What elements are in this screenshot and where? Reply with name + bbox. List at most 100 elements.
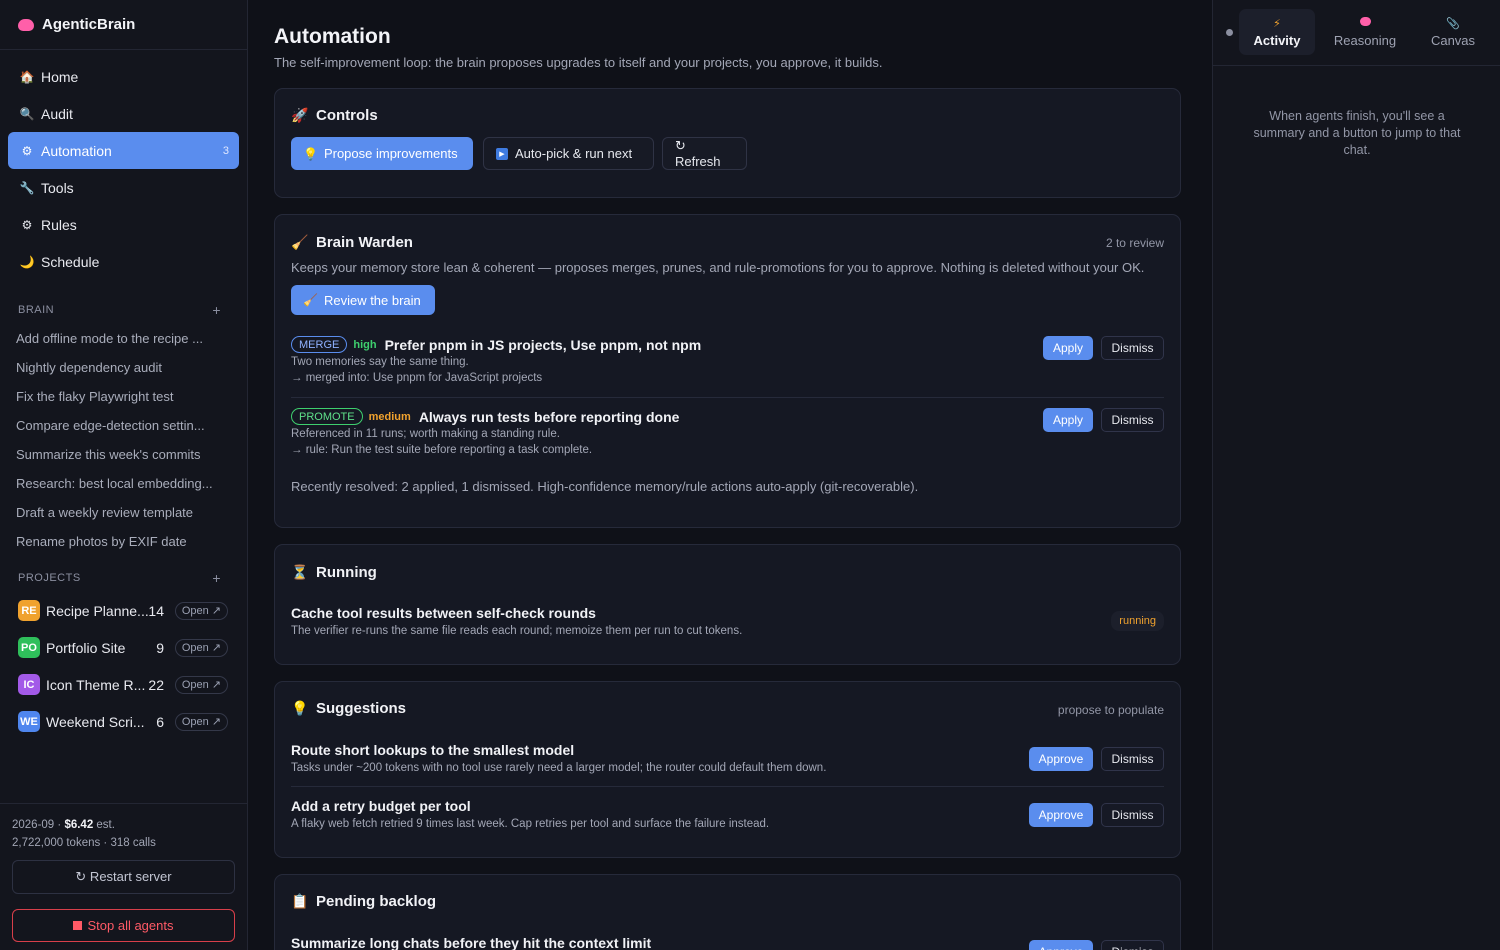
usage-est: est. <box>93 819 115 831</box>
usage-cost: $6.42 <box>64 819 94 831</box>
broom-icon: 🧹 <box>291 234 309 250</box>
project-item[interactable]: IC Icon Theme R... 22 Open ↗ <box>0 666 247 703</box>
lightbulb-icon: 💡 <box>291 700 309 716</box>
brain-section-header: BRAIN + <box>0 298 247 322</box>
add-project-icon[interactable]: + <box>212 570 221 586</box>
status-badge: running <box>1111 611 1164 631</box>
dismiss-button[interactable]: Dismiss <box>1101 747 1164 771</box>
project-badge: PO <box>18 637 40 658</box>
dismiss-button[interactable]: Dismiss <box>1101 803 1164 827</box>
project-count: 9 <box>156 639 164 656</box>
project-open-button[interactable]: Open ↗ <box>174 712 228 731</box>
app-brand[interactable]: AgenticBrain <box>0 0 247 50</box>
suggestion-title: Add a retry budget per tool <box>291 798 471 814</box>
brain-item[interactable]: Summarize this week's commits <box>16 440 247 469</box>
warden-item-text: Always run tests before reporting done <box>418 408 680 425</box>
hourglass-icon: ⏳ <box>291 564 309 580</box>
project-name: Icon Theme R... <box>46 676 146 693</box>
gear-icon: ⚙ <box>21 217 33 232</box>
project-badge: WE <box>18 711 40 732</box>
tab-reasoning[interactable]: Reasoning <box>1327 9 1403 55</box>
controls-card: 🚀 Controls 💡 Propose improvements ▶ Auto… <box>274 88 1181 198</box>
nav-item-schedule[interactable]: 🌙 Schedule <box>8 243 239 280</box>
brain-warden-card: 🧹 Brain Warden 2 to review Keeps your me… <box>274 214 1181 528</box>
propose-improvements-button[interactable]: 💡 Propose improvements <box>291 137 473 170</box>
review-brain-button[interactable]: 🧹 Review the brain <box>291 285 435 315</box>
nav-label: Rules <box>41 216 77 233</box>
apply-button[interactable]: Apply <box>1043 336 1093 360</box>
brain-icon <box>1359 16 1371 31</box>
auto-pick-run-button[interactable]: ▶ Auto-pick & run next <box>483 137 654 170</box>
main-nav: 🏠 Home 🔍 Audit ⚙ Automation 3 🔧 Tools ⚙ … <box>0 50 247 280</box>
warden-item-reason: Referenced in 11 runs; worth making a st… <box>291 428 560 440</box>
dismiss-button[interactable]: Dismiss <box>1101 336 1164 360</box>
recently-resolved-note: Recently resolved: 2 applied, 1 dismisse… <box>291 479 919 494</box>
page-subtitle: The self-improvement loop: the brain pro… <box>274 55 883 70</box>
project-item[interactable]: PO Portfolio Site 9 Open ↗ <box>0 629 247 666</box>
project-badge: IC <box>18 674 40 695</box>
suggestions-title: Suggestions <box>316 700 407 717</box>
priority-label: high <box>353 338 377 351</box>
stop-icon <box>73 921 83 930</box>
tab-activity[interactable]: ⚡ Activity <box>1239 9 1315 55</box>
lightning-icon: ⚡ <box>1273 17 1281 30</box>
projects-section-header: PROJECTS + <box>0 566 247 590</box>
divider <box>291 786 1164 787</box>
approve-button[interactable]: Approve <box>1029 940 1093 950</box>
restart-server-button[interactable]: ↻ Restart server <box>12 860 235 894</box>
nav-label: Automation <box>41 142 112 159</box>
approve-button[interactable]: Approve <box>1029 747 1093 771</box>
panel-tabs: ⚡ Activity Reasoning 📎 Canvas <box>1213 0 1500 66</box>
project-count: 14 <box>148 602 164 619</box>
merge-tag: MERGE <box>291 336 348 353</box>
tab-label: Activity <box>1253 32 1301 48</box>
nav-item-home[interactable]: 🏠 Home <box>8 58 239 95</box>
card-title: 📋 Pending backlog <box>291 893 436 910</box>
nav-item-rules[interactable]: ⚙ Rules <box>8 206 239 243</box>
stop-label: Stop all agents <box>87 918 174 933</box>
clipboard-icon: 📋 <box>291 893 309 909</box>
promote-tag: PROMOTE <box>291 408 363 425</box>
approve-button[interactable]: Approve <box>1029 803 1093 827</box>
tab-canvas[interactable]: 📎 Canvas <box>1415 9 1491 55</box>
project-badge: RE <box>18 600 40 621</box>
button-label: Auto-pick & run next <box>515 146 633 161</box>
warden-item-result: → merged into: Use pnpm for JavaScript p… <box>291 372 543 384</box>
project-open-button[interactable]: Open ↗ <box>174 601 228 620</box>
add-brain-item-icon[interactable]: + <box>212 302 221 318</box>
refresh-button[interactable]: ↻ Refresh <box>662 137 747 170</box>
project-name: Recipe Planne... <box>46 602 149 619</box>
divider <box>291 397 1164 398</box>
project-item[interactable]: WE Weekend Scri... 6 Open ↗ <box>0 703 247 740</box>
brain-item[interactable]: Nightly dependency audit <box>16 353 247 382</box>
rocket-icon: 🚀 <box>291 107 309 123</box>
empty-state-message: When agents finish, you'll see a summary… <box>1253 109 1461 157</box>
dismiss-button[interactable]: Dismiss <box>1101 408 1164 432</box>
brain-item[interactable]: Fix the flaky Playwright test <box>16 382 247 411</box>
nav-item-audit[interactable]: 🔍 Audit <box>8 95 239 132</box>
suggestions-hint: propose to populate <box>1057 703 1164 717</box>
pending-backlog-card: 📋 Pending backlog Summarize long chats b… <box>274 874 1181 950</box>
card-title: 💡 Suggestions <box>291 700 406 717</box>
card-title: ⏳ Running <box>291 564 377 581</box>
project-item[interactable]: RE Recipe Planne... 14 Open ↗ <box>0 592 247 629</box>
dismiss-button[interactable]: Dismiss <box>1101 940 1164 950</box>
project-count: 22 <box>148 676 164 693</box>
moon-icon: 🌙 <box>19 254 35 269</box>
nav-count-badge: 3 <box>222 144 229 157</box>
apply-button[interactable]: Apply <box>1043 408 1093 432</box>
project-open-button[interactable]: Open ↗ <box>174 675 228 694</box>
project-open-button[interactable]: Open ↗ <box>174 638 228 657</box>
brain-item[interactable]: Rename photos by EXIF date <box>16 527 247 556</box>
brain-item[interactable]: Compare edge-detection settin... <box>16 411 247 440</box>
main-content: Automation The self-improvement loop: th… <box>248 0 1212 950</box>
paperclip-icon: 📎 <box>1446 17 1460 30</box>
brain-item[interactable]: Draft a weekly review template <box>16 498 247 527</box>
brain-item[interactable]: Research: best local embedding... <box>16 469 247 498</box>
warden-item-title: PROMOTE medium Always run tests before r… <box>291 408 679 425</box>
nav-item-automation[interactable]: ⚙ Automation 3 <box>8 132 239 169</box>
brain-item[interactable]: Add offline mode to the recipe ... <box>16 324 247 353</box>
nav-item-tools[interactable]: 🔧 Tools <box>8 169 239 206</box>
sidebar-footer: 2026-09 · $6.42 est. 2,722,000 tokens · … <box>0 803 247 950</box>
stop-all-agents-button[interactable]: Stop all agents <box>12 909 235 942</box>
